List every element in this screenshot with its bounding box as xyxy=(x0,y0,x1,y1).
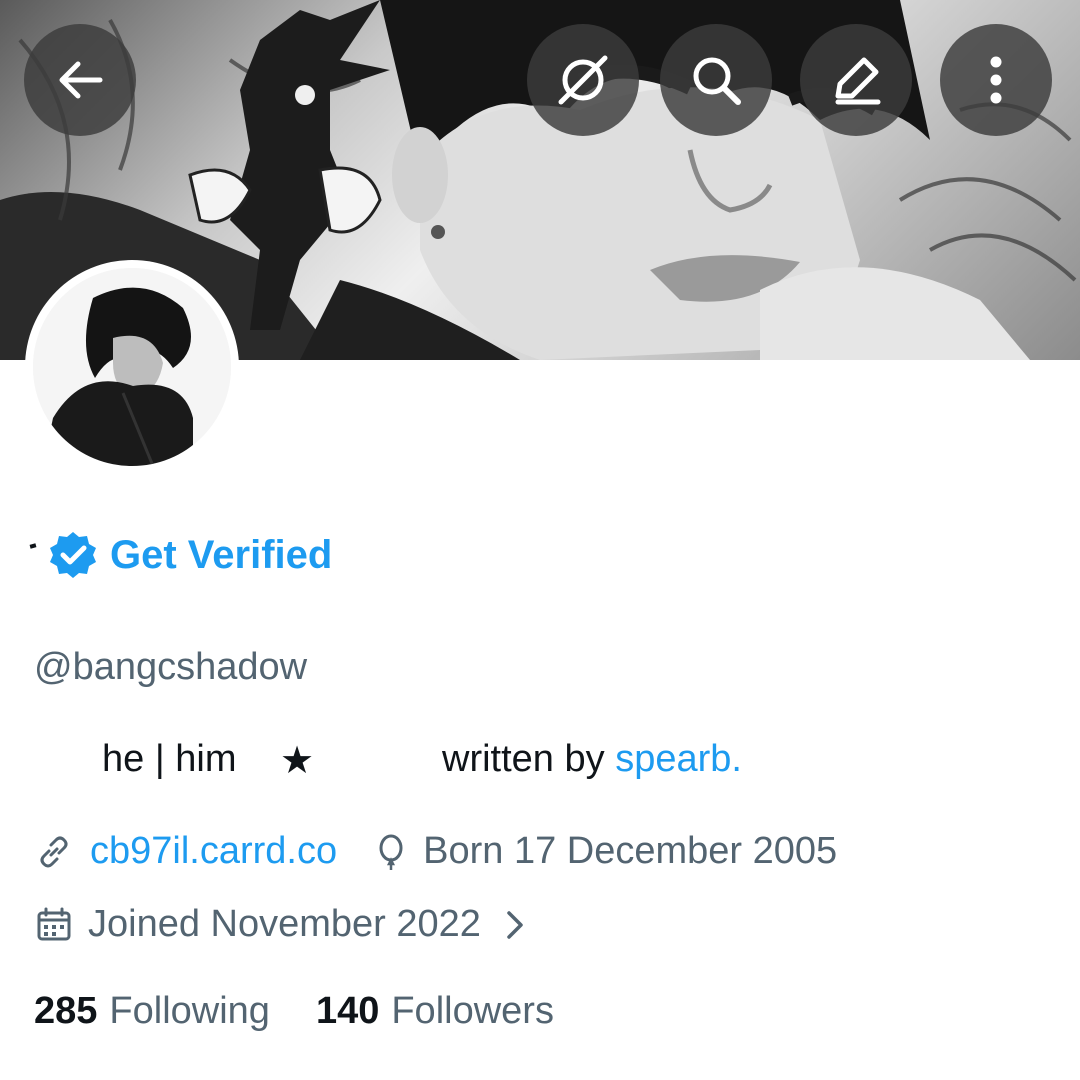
get-verified-link[interactable]: Get Verified xyxy=(110,533,332,578)
back-button[interactable] xyxy=(24,24,136,136)
name-row: Get Verified xyxy=(29,530,332,580)
bio-author-link[interactable]: spearb. xyxy=(615,738,742,780)
joined-row: Joined November 2022 xyxy=(34,903,531,946)
more-vertical-icon xyxy=(990,56,1002,104)
following-label: Following xyxy=(109,990,270,1032)
bio-star: ★ xyxy=(280,740,315,782)
bio-pronouns: he | him xyxy=(102,738,237,780)
birth-date: Born 17 December 2005 xyxy=(423,830,838,872)
avatar-image xyxy=(33,268,231,466)
calendar-icon xyxy=(37,907,71,940)
follow-stats: 285 Following 140 Followers xyxy=(34,990,554,1033)
following-count: 285 xyxy=(34,990,98,1032)
grok-icon xyxy=(558,55,608,105)
balloon-icon xyxy=(379,834,403,870)
profile-meta-row: cb97il.carrd.co Born 17 December 2005 xyxy=(34,830,837,873)
profile-handle: @bangcshadow xyxy=(34,646,308,688)
name-mark xyxy=(29,543,37,549)
edit-button[interactable] xyxy=(800,24,912,136)
joined-date: Joined November 2022 xyxy=(88,903,481,945)
followers-link[interactable]: 140 Followers xyxy=(316,990,554,1033)
bio-credit: written by spearb. xyxy=(442,738,742,781)
search-icon xyxy=(693,57,741,105)
link-icon xyxy=(40,836,68,867)
grok-button[interactable] xyxy=(527,24,639,136)
verified-badge-icon[interactable] xyxy=(48,530,98,580)
arrow-left-icon xyxy=(59,61,103,99)
followers-count: 140 xyxy=(315,990,380,1032)
bio-written-by: written by xyxy=(442,738,605,780)
following-link[interactable]: 285 Following xyxy=(34,990,270,1033)
search-button[interactable] xyxy=(660,24,772,136)
followers-label: Followers xyxy=(391,990,554,1032)
chevron-right-icon[interactable] xyxy=(501,905,531,945)
edit-icon xyxy=(835,57,881,105)
website-link[interactable]: cb97il.carrd.co xyxy=(90,830,337,873)
more-options-button[interactable] xyxy=(940,24,1052,136)
avatar[interactable] xyxy=(25,260,239,474)
